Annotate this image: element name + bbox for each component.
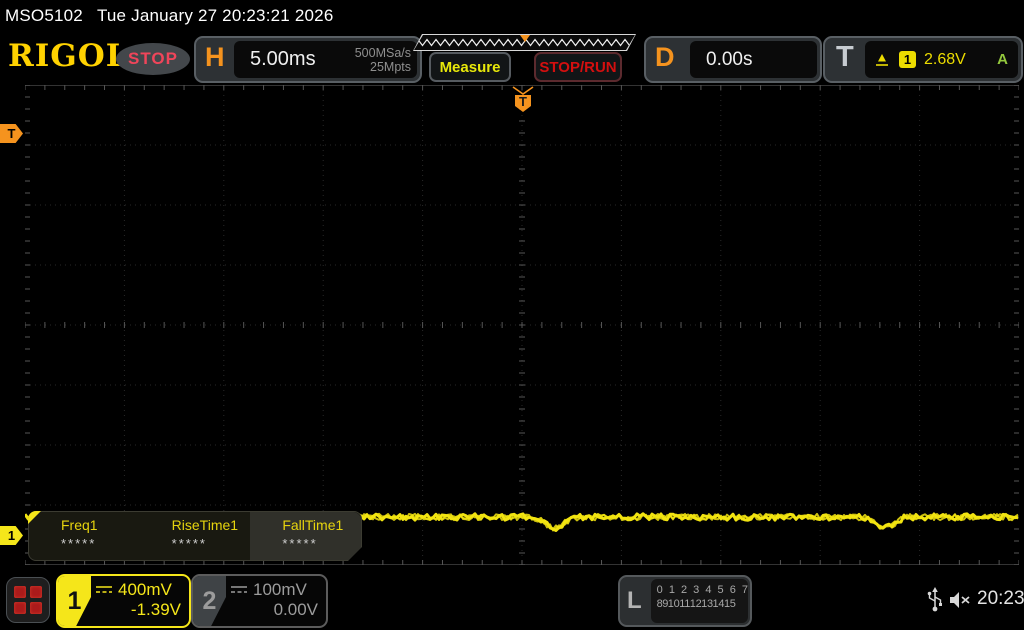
popup-corner-cut — [348, 547, 362, 561]
delay-label: D — [655, 42, 675, 72]
titlebar: MSO5102 Tue January 27 20:23:21 2026 — [5, 6, 334, 26]
menu-grid-button[interactable] — [6, 577, 50, 623]
red-tile — [14, 602, 26, 614]
channel1-offset: -1.39V — [130, 600, 181, 619]
channel1-waveform — [25, 512, 1019, 532]
measurement-popup[interactable]: Freq1 ***** RiseTime1 ***** FallTime1 **… — [28, 511, 362, 561]
horizontal-panel[interactable]: H 5.00ms 500MSa/s 25Mpts — [194, 36, 422, 83]
channel1-scale: 400mV — [118, 580, 172, 599]
channel2-scale: 100mV — [253, 580, 307, 599]
delay-value: 0.00s — [706, 48, 753, 70]
graticule: T — [25, 85, 1019, 565]
logic-channels: 0 1 2 3 4 5 6 7 8 9 10 11 12 13 14 15 — [650, 579, 748, 623]
timebase-value: 5.00ms — [250, 48, 316, 70]
red-tile — [14, 586, 26, 598]
clock: 20:23 — [977, 588, 1024, 609]
trigger-level-marker[interactable]: T — [0, 124, 23, 143]
usb-icon — [927, 587, 942, 612]
logic-tab: L — [626, 587, 642, 614]
waveform-memory-bar[interactable] — [413, 34, 636, 51]
dc-coupling-icon — [96, 586, 112, 593]
channel2-info: 100mV 0.00V — [226, 576, 326, 626]
memory-position-marker[interactable] — [520, 35, 530, 42]
channel2-offset: 0.00V — [273, 600, 318, 619]
logic-row1: 0 1 2 3 4 5 6 7 — [656, 584, 748, 596]
popup-corner-accent — [28, 511, 41, 524]
trigger-panel[interactable]: T 1 2.68V A — [823, 36, 1023, 83]
model-name: MSO5102 — [5, 6, 83, 25]
red-tile — [30, 586, 42, 598]
stop-run-button[interactable]: STOP/RUN — [534, 52, 622, 82]
run-state-badge: STOP — [116, 43, 190, 75]
memory-depth: 25Mpts — [370, 59, 411, 74]
delay-panel[interactable]: D 0.00s — [644, 36, 822, 83]
horizontal-label: H — [205, 42, 225, 72]
trigger-position-marker[interactable]: T — [511, 85, 535, 113]
horizontal-valuebox[interactable]: 5.00ms 500MSa/s 25Mpts — [234, 41, 417, 78]
channel1-info: 400mV -1.39V — [91, 576, 189, 626]
channel1-panel[interactable]: 1 400mV -1.39V — [56, 574, 191, 628]
trigger-source-badge: 1 — [899, 51, 916, 68]
channel2-panel[interactable]: 2 100mV 0.00V — [191, 574, 328, 628]
channel2-tab[interactable]: 2 — [193, 576, 226, 626]
red-tile — [30, 602, 42, 614]
rigol-logo: RIGOL — [8, 38, 129, 74]
dc-coupling-icon — [231, 586, 247, 593]
speaker-muted-icon[interactable] — [948, 590, 972, 610]
measure-button[interactable]: Measure — [429, 52, 511, 82]
rising-edge-icon — [876, 53, 888, 66]
trigger-label: T — [836, 41, 854, 73]
logic-row2: 8 9 10 11 12 13 14 15 — [656, 598, 736, 610]
trigger-level-value: 2.68V — [924, 50, 966, 68]
measurement-falltime[interactable]: FallTime1 ***** — [250, 512, 362, 560]
measurement-value: ***** — [171, 536, 207, 551]
logic-analyzer-panel[interactable]: L 0 1 2 3 4 5 6 7 8 9 10 11 12 13 14 15 — [618, 575, 752, 627]
oscilloscope-screen: MSO5102 Tue January 27 20:23:21 2026 RIGO… — [0, 0, 1024, 630]
acquisition-info: 500MSa/s 25Mpts — [355, 46, 411, 74]
measurement-risetime[interactable]: RiseTime1 ***** — [140, 512, 251, 560]
trigger-mode: A — [997, 51, 1008, 68]
channel1-offset-marker[interactable]: 1 — [0, 526, 23, 545]
channel1-tab[interactable]: 1 — [58, 576, 91, 626]
measurement-label: FallTime1 — [282, 517, 344, 533]
measurement-freq[interactable]: Freq1 ***** — [29, 512, 140, 560]
trigger-valuebox[interactable]: 1 2.68V A — [865, 41, 1018, 78]
measurement-label: Freq1 — [61, 517, 98, 533]
svg-text:T: T — [519, 94, 527, 109]
delay-valuebox[interactable]: 0.00s — [690, 41, 817, 78]
measurement-label: RiseTime1 — [171, 517, 239, 533]
sample-rate: 500MSa/s — [354, 45, 411, 60]
measurement-value: ***** — [61, 536, 97, 551]
datetime: Tue January 27 20:23:21 2026 — [96, 6, 334, 25]
